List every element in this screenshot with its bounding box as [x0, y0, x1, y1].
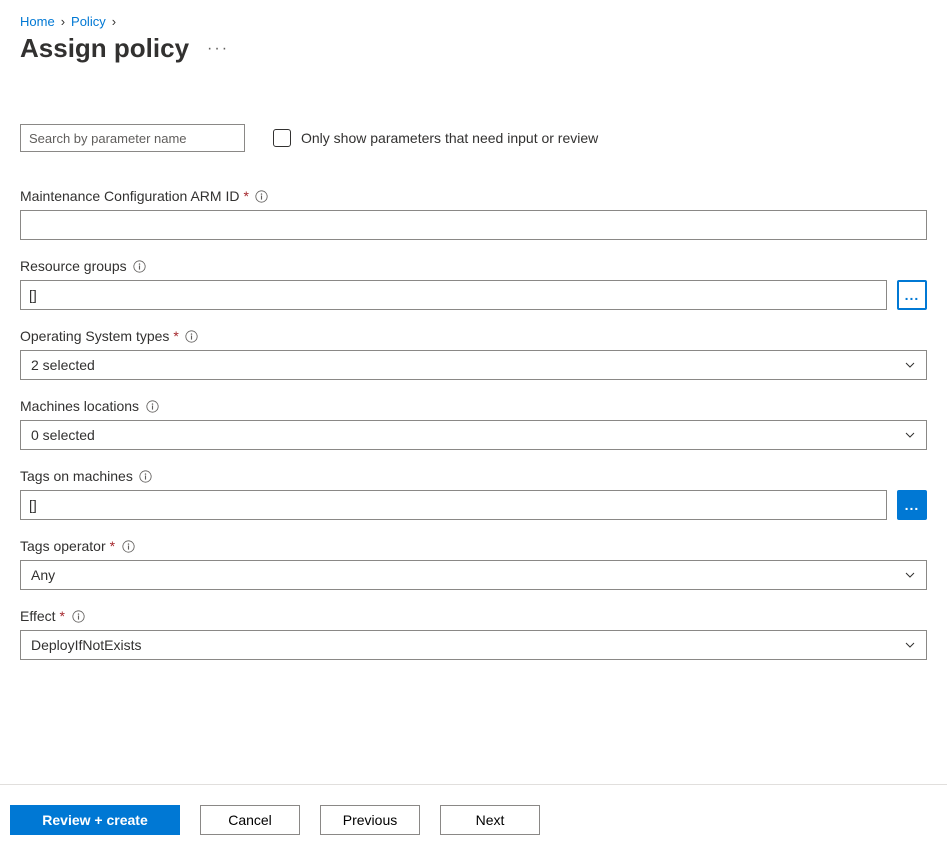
maintenance-label: Maintenance Configuration ARM ID [20, 188, 239, 204]
resource-groups-input[interactable] [20, 280, 887, 310]
next-button[interactable]: Next [440, 805, 540, 835]
required-icon: * [173, 328, 178, 344]
effect-value: DeployIfNotExists [31, 637, 141, 653]
info-icon[interactable] [255, 189, 269, 203]
info-icon[interactable] [133, 259, 147, 273]
search-input[interactable] [20, 124, 245, 152]
info-icon[interactable] [139, 469, 153, 483]
os-types-select[interactable]: 2 selected [20, 350, 927, 380]
tags-operator-value: Any [31, 567, 55, 583]
info-icon[interactable] [145, 399, 159, 413]
os-types-value: 2 selected [31, 357, 95, 373]
previous-button[interactable]: Previous [320, 805, 420, 835]
filter-checkbox-label: Only show parameters that need input or … [301, 130, 598, 146]
tags-machines-picker-button[interactable]: ... [897, 490, 927, 520]
tags-machines-label: Tags on machines [20, 468, 133, 484]
page-title: Assign policy [20, 33, 189, 64]
breadcrumb: Home › Policy › [20, 10, 927, 31]
resource-groups-picker-button[interactable]: ... [897, 280, 927, 310]
required-icon: * [243, 188, 248, 204]
effect-label: Effect [20, 608, 56, 624]
required-icon: * [60, 608, 65, 624]
breadcrumb-policy[interactable]: Policy [71, 14, 106, 29]
locations-select[interactable]: 0 selected [20, 420, 927, 450]
review-create-button[interactable]: Review + create [10, 805, 180, 835]
ellipsis-icon: ... [905, 288, 920, 302]
info-icon[interactable] [71, 609, 85, 623]
chevron-right-icon: › [61, 14, 65, 29]
breadcrumb-home[interactable]: Home [20, 14, 55, 29]
filter-checkbox[interactable]: Only show parameters that need input or … [273, 129, 598, 147]
os-types-label: Operating System types [20, 328, 169, 344]
locations-value: 0 selected [31, 427, 95, 443]
checkbox-icon [273, 129, 291, 147]
resource-groups-label: Resource groups [20, 258, 127, 274]
chevron-down-icon [904, 569, 916, 581]
cancel-button[interactable]: Cancel [200, 805, 300, 835]
effect-select[interactable]: DeployIfNotExists [20, 630, 927, 660]
chevron-down-icon [904, 429, 916, 441]
info-icon[interactable] [185, 329, 199, 343]
required-icon: * [110, 538, 115, 554]
maintenance-input[interactable] [20, 210, 927, 240]
info-icon[interactable] [121, 539, 135, 553]
locations-label: Machines locations [20, 398, 139, 414]
tags-operator-select[interactable]: Any [20, 560, 927, 590]
tags-operator-label: Tags operator [20, 538, 106, 554]
chevron-down-icon [904, 639, 916, 651]
footer: Review + create Cancel Previous Next [0, 784, 947, 855]
chevron-down-icon [904, 359, 916, 371]
more-actions-button[interactable]: ··· [207, 40, 229, 58]
ellipsis-icon: ... [905, 498, 920, 512]
chevron-right-icon: › [112, 14, 116, 29]
tags-machines-input[interactable] [20, 490, 887, 520]
